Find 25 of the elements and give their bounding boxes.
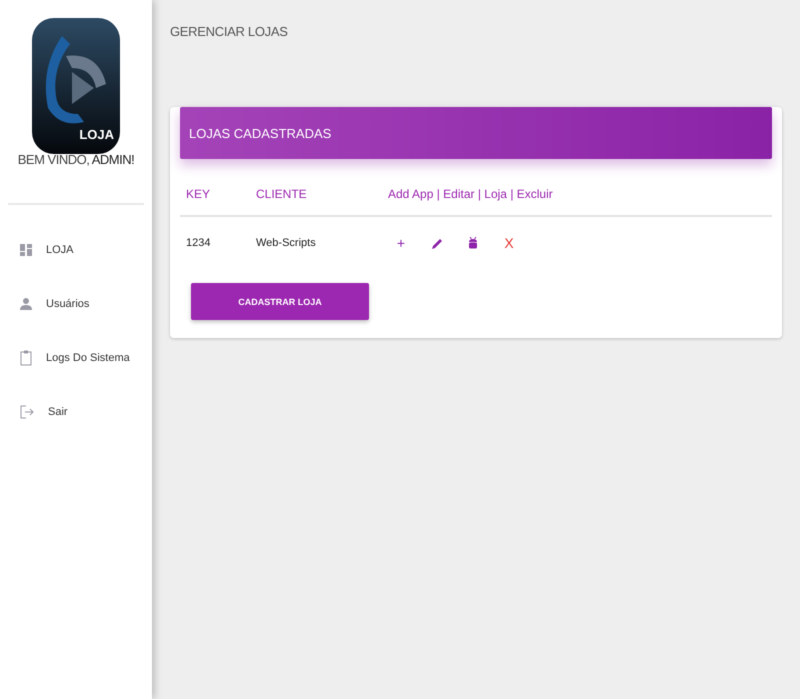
column-header: Add App | Editar | Loja | Excluir: [382, 183, 772, 217]
pencil-icon: [432, 238, 442, 248]
welcome-text: BEM VINDO, ADMIN!: [18, 152, 134, 167]
page-title: GERENCIAR LOJAS: [170, 24, 289, 39]
sidebar-item[interactable]: Usuários: [0, 277, 152, 331]
sidebar-item[interactable]: Logs Do Sistema: [0, 331, 152, 385]
dashboard-icon: [20, 244, 32, 256]
card-header: LOJAS CADASTRADAS: [180, 107, 772, 159]
column-header: CLIENTE: [250, 183, 382, 217]
clipboard-icon: [20, 350, 32, 366]
sidebar-item[interactable]: LOJA: [0, 223, 152, 277]
logo-icon: [32, 18, 120, 154]
table-cell-text: Web-Scripts: [255, 236, 317, 251]
column-header: KEY: [180, 183, 250, 217]
android-icon: [468, 236, 478, 250]
sidebar-item[interactable]: Sair: [0, 385, 152, 439]
add-button[interactable]: +: [394, 235, 408, 251]
logout-icon: [20, 405, 34, 419]
user-icon: [20, 298, 32, 310]
register-store-button[interactable]: CADASTRAR LOJA: [191, 283, 369, 320]
delete-button[interactable]: X: [502, 235, 516, 251]
android-button[interactable]: [466, 236, 480, 250]
edit-button[interactable]: [430, 238, 444, 248]
logo-text: LOJA: [79, 127, 114, 142]
table-cell-text: 1234: [185, 236, 212, 251]
